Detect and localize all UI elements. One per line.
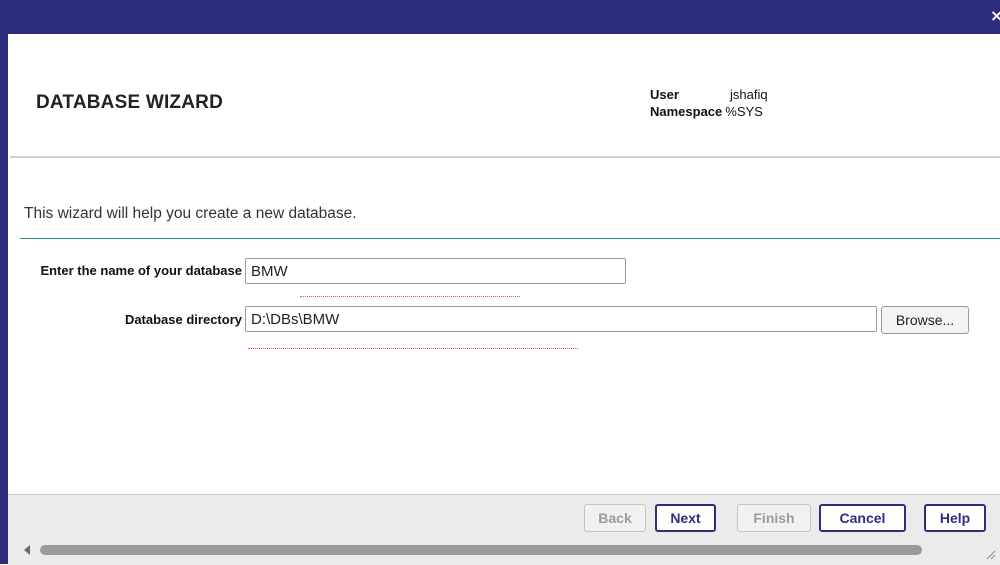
- scroll-left-icon[interactable]: [24, 545, 30, 555]
- intro-divider: [20, 238, 1000, 239]
- back-button[interactable]: Back: [584, 504, 646, 532]
- browse-button[interactable]: Browse...: [881, 306, 969, 334]
- scrollbar-thumb[interactable]: [40, 545, 922, 555]
- user-value: jshafiq: [730, 87, 768, 102]
- help-button[interactable]: Help: [924, 504, 986, 532]
- db-name-input[interactable]: [245, 258, 626, 284]
- db-name-label: Enter the name of your database: [40, 263, 242, 278]
- db-directory-input[interactable]: [245, 306, 877, 332]
- finish-button[interactable]: Finish: [737, 504, 811, 532]
- close-icon[interactable]: ×: [990, 6, 1000, 26]
- title-bar: ×: [0, 0, 1000, 34]
- validation-hint: [300, 296, 520, 298]
- user-label: User: [650, 87, 679, 102]
- namespace-label: Namespace: [650, 104, 723, 119]
- user-info: User jshafiq Namespace %SYS: [650, 86, 768, 120]
- wizard-intro: This wizard will help you create a new d…: [24, 205, 357, 222]
- header-divider: [10, 156, 1000, 158]
- db-directory-label: Database directory: [124, 312, 242, 327]
- resize-grip-icon[interactable]: [984, 548, 996, 560]
- namespace-value: %SYS: [725, 104, 763, 119]
- next-button[interactable]: Next: [655, 504, 716, 532]
- validation-hint: [248, 348, 578, 350]
- cancel-button[interactable]: Cancel: [819, 504, 906, 532]
- page-title: DATABASE WIZARD: [36, 92, 223, 113]
